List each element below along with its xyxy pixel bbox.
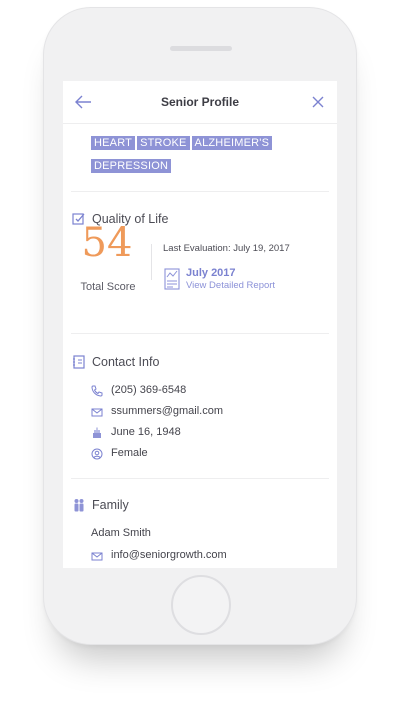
birthday-row: June 16, 1948 (91, 421, 337, 442)
gender: Female (111, 446, 148, 459)
close-icon[interactable] (311, 95, 325, 109)
phone-speaker (170, 46, 232, 51)
condition-tags: HEART STROKE ALZHEIMER'S DEPRESSION (63, 124, 283, 179)
app-screen: Senior Profile HEART STROKE ALZHEIMER'S DEP… (63, 81, 337, 568)
report-chart-icon[interactable] (164, 268, 180, 290)
family-contact-list: info@seniorgrowth.com (63, 544, 337, 565)
total-score-label: Total Score (80, 281, 136, 293)
family-email-row[interactable]: info@seniorgrowth.com (91, 544, 337, 565)
total-score-value: 54 (81, 220, 133, 266)
envelope-icon (91, 549, 103, 561)
phone-frame: Senior Profile HEART STROKE ALZHEIMER'S DEP… (43, 7, 357, 645)
birthday-cake-icon (91, 426, 103, 438)
section-title: Contact Info (92, 355, 160, 369)
phone-row[interactable]: (205) 369-6548 (91, 379, 337, 400)
gender-row: Female (91, 442, 337, 463)
home-button[interactable] (171, 575, 231, 635)
family-heading: Family (63, 496, 337, 514)
condition-tag-stroke: STROKE (137, 136, 190, 150)
nav-bar: Senior Profile (63, 81, 337, 124)
last-evaluation-text: Last Evaluation: July 19, 2017 (163, 243, 290, 254)
family-email-address: info@seniorgrowth.com (111, 548, 227, 561)
birth-date: June 16, 1948 (111, 425, 181, 438)
user-circle-icon (91, 447, 103, 459)
quality-of-life-section: Quality of Life 54 Total Score Last Eval… (63, 192, 337, 296)
page-title: Senior Profile (160, 95, 240, 109)
address-book-icon (72, 355, 86, 369)
family-icon (72, 498, 86, 512)
email-address: ssummers@gmail.com (111, 404, 224, 417)
phone-number: (205) 369-6548 (111, 383, 187, 396)
condition-tag-depression: DEPRESSION (91, 159, 172, 173)
condition-tag-alzheimers: ALZHEIMER'S (191, 136, 273, 150)
report-month[interactable]: July 2017 (186, 267, 236, 279)
view-detailed-report-link[interactable]: View Detailed Report (186, 280, 275, 291)
family-member-name: Adam Smith (91, 527, 151, 539)
contact-info-heading: Contact Info (63, 353, 337, 371)
vertical-divider (151, 244, 152, 280)
email-row[interactable]: ssummers@gmail.com (91, 400, 337, 421)
envelope-icon (91, 405, 103, 417)
section-title: Family (92, 498, 129, 512)
condition-tag-heart: HEART (91, 136, 136, 150)
contact-info-list: (205) 369-6548 ssummers@gmail.com June 1… (63, 379, 337, 463)
phone-icon (91, 384, 103, 397)
